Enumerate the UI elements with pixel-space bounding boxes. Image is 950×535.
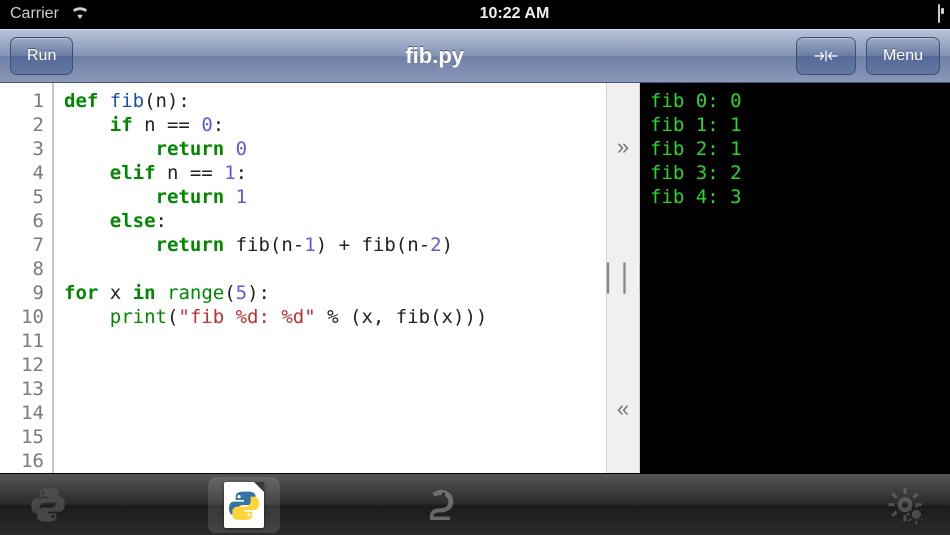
- code-line[interactable]: def fib(n):: [64, 89, 606, 113]
- line-number: 7: [0, 233, 44, 257]
- console-line: fib 4: 3: [650, 185, 940, 209]
- tab-snake[interactable]: [412, 481, 468, 529]
- clock: 10:22 AM: [91, 5, 938, 23]
- line-number: 13: [0, 377, 44, 401]
- carrier-label: Carrier: [10, 5, 59, 23]
- code-line[interactable]: [64, 377, 606, 401]
- content-area: 12345678910111213141516 def fib(n): if n…: [0, 83, 950, 473]
- code-line[interactable]: elif n == 1:: [64, 161, 606, 185]
- code-line[interactable]: else:: [64, 209, 606, 233]
- chevron-right-icon[interactable]: »: [617, 134, 629, 160]
- console-line: fib 3: 2: [650, 161, 940, 185]
- line-number: 8: [0, 257, 44, 281]
- file-title: fib.py: [83, 43, 786, 69]
- code-line[interactable]: [64, 401, 606, 425]
- line-number: 15: [0, 425, 44, 449]
- chevron-left-icon[interactable]: «: [617, 396, 629, 422]
- console-line: fib 2: 1: [650, 137, 940, 161]
- line-number: 16: [0, 449, 44, 473]
- navbar: Run fib.py Menu: [0, 29, 950, 83]
- menu-button[interactable]: Menu: [866, 37, 940, 75]
- code-line[interactable]: [64, 257, 606, 281]
- code-line[interactable]: [64, 329, 606, 353]
- code-line[interactable]: [64, 425, 606, 449]
- code-line[interactable]: return 0: [64, 137, 606, 161]
- line-number: 1: [0, 89, 44, 113]
- status-bar: Carrier 10:22 AM: [0, 0, 950, 29]
- tab-settings[interactable]: [874, 481, 930, 529]
- pane-splitter[interactable]: » ⎪⎪⎪ «: [606, 83, 640, 473]
- code-area[interactable]: def fib(n): if n == 0: return 0 elif n =…: [54, 83, 606, 473]
- code-line[interactable]: for x in range(5):: [64, 281, 606, 305]
- split-view-button[interactable]: [796, 37, 856, 75]
- line-number: 5: [0, 185, 44, 209]
- tab-bar: [0, 473, 950, 535]
- line-number: 9: [0, 281, 44, 305]
- console-line: fib 0: 0: [650, 89, 940, 113]
- code-line[interactable]: if n == 0:: [64, 113, 606, 137]
- wifi-icon: [69, 4, 91, 25]
- line-number: 11: [0, 329, 44, 353]
- run-button[interactable]: Run: [10, 37, 73, 75]
- line-number: 3: [0, 137, 44, 161]
- line-number: 2: [0, 113, 44, 137]
- editor-pane[interactable]: 12345678910111213141516 def fib(n): if n…: [0, 83, 606, 473]
- line-number: 10: [0, 305, 44, 329]
- code-line[interactable]: return fib(n-1) + fib(n-2): [64, 233, 606, 257]
- line-number: 12: [0, 353, 44, 377]
- console-line: fib 1: 1: [650, 113, 940, 137]
- line-number: 4: [0, 161, 44, 185]
- document-icon: [224, 482, 264, 528]
- battery-icon: [938, 5, 940, 23]
- code-line[interactable]: [64, 449, 606, 473]
- tab-editor[interactable]: [216, 481, 272, 529]
- code-line[interactable]: print("fib %d: %d" % (x, fib(x))): [64, 305, 606, 329]
- tab-python-repl[interactable]: [20, 481, 76, 529]
- line-number: 14: [0, 401, 44, 425]
- code-line[interactable]: [64, 353, 606, 377]
- console-output[interactable]: fib 0: 0fib 1: 1fib 2: 1fib 3: 2fib 4: 3: [640, 83, 950, 473]
- code-line[interactable]: return 1: [64, 185, 606, 209]
- line-number: 6: [0, 209, 44, 233]
- line-gutter: 12345678910111213141516: [0, 83, 54, 473]
